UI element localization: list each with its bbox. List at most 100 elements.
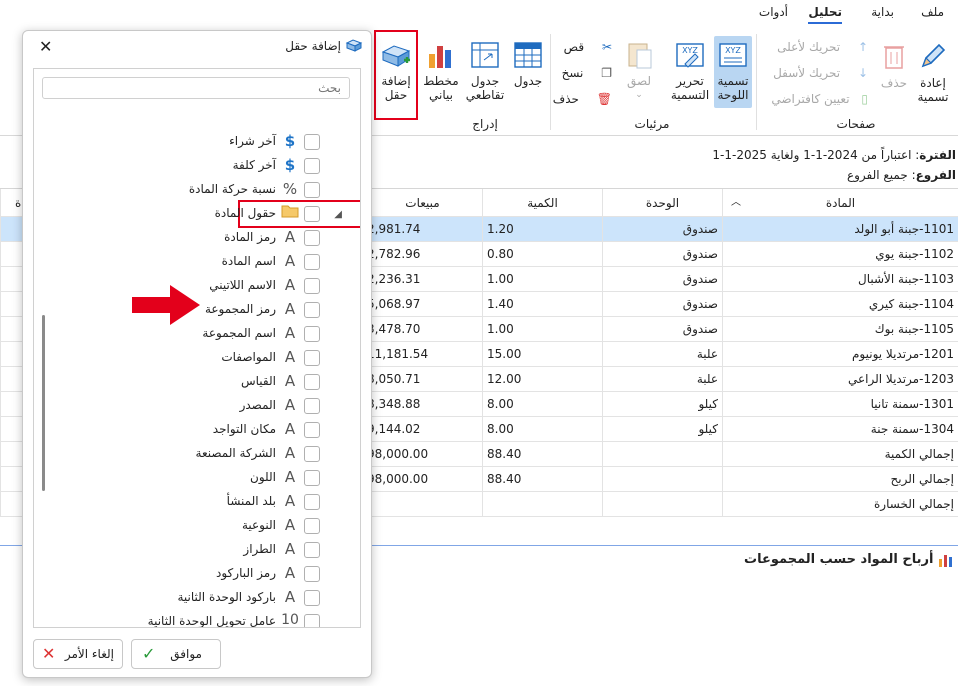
field-item[interactable]: $ آخر شراء <box>34 131 360 155</box>
menu-home[interactable]: بداية <box>871 5 894 19</box>
menu-analysis[interactable]: تحليل <box>808 5 842 24</box>
visuals-group-label: مرئيات <box>634 117 670 131</box>
field-checkbox[interactable] <box>304 278 320 294</box>
period-line: الفترة: اعتباراً من 2024-1-1 ولغاية 2025… <box>712 148 956 162</box>
rename-button[interactable]: إعادة تسمية <box>912 40 954 104</box>
cell-name: 1301-سمنة تانيا <box>722 392 958 417</box>
delete-visual-label: حذف <box>552 92 579 106</box>
field-checkbox[interactable] <box>304 182 320 198</box>
field-checkbox[interactable] <box>304 350 320 366</box>
scrollbar-thumb[interactable] <box>42 315 45 491</box>
field-checkbox[interactable] <box>304 158 320 174</box>
paste-button[interactable]: لصق ⌄ <box>620 40 658 102</box>
edit-label-button[interactable]: XYZ تحرير التسمية <box>668 40 712 102</box>
field-item[interactable]: A رمز المادة <box>34 227 360 251</box>
field-checkbox[interactable] <box>304 302 320 318</box>
field-checkbox[interactable] <box>304 518 320 534</box>
copy-icon: ❐ <box>601 66 612 80</box>
field-item[interactable]: A رمز الباركود <box>34 563 360 587</box>
field-label: عامل تحويل الوحدة الثانية <box>147 614 276 628</box>
cancel-button[interactable]: ✕ إلغاء الأمر <box>33 639 123 669</box>
field-checkbox[interactable] <box>304 134 320 150</box>
menu-tools[interactable]: أدوات <box>759 5 788 19</box>
delete-visual-button[interactable]: 🗑 حذف <box>553 92 612 106</box>
ok-button[interactable]: ✓ موافق <box>131 639 221 669</box>
field-item[interactable]: $ آخر كلفة <box>34 155 360 179</box>
field-checkbox[interactable] <box>304 422 320 438</box>
search-input[interactable] <box>42 77 350 99</box>
cell-sales: 98,000.00 <box>362 467 482 492</box>
cell-sales: 3,478.70 <box>362 317 482 342</box>
set-default-label: تعيين كافتراضي <box>771 92 850 106</box>
field-item[interactable]: 10 عامل تحويل الوحدة الثانية <box>34 611 360 628</box>
delete-page-button[interactable]: حذف <box>876 40 912 90</box>
svg-text:XYZ: XYZ <box>725 46 741 55</box>
field-item[interactable]: A باركود الوحدة الثانية <box>34 587 360 611</box>
pivot-table-button[interactable]: جدول تقاطعي <box>462 40 508 102</box>
field-checkbox[interactable] <box>304 326 320 342</box>
field-item[interactable]: A المصدر <box>34 395 360 419</box>
field-item[interactable]: A المواصفات <box>34 347 360 371</box>
move-up-label: تحريك لأعلى <box>777 40 841 54</box>
clipboard-icon <box>628 43 652 69</box>
paste-label: لصق <box>626 74 652 88</box>
menu-file[interactable]: ملف <box>921 5 944 19</box>
field-checkbox[interactable] <box>304 254 320 270</box>
header-name[interactable]: ︿ المادة <box>722 189 958 217</box>
cell-sales: 98,000.00 <box>362 442 482 467</box>
field-item[interactable]: A الشركة المصنعة <box>34 443 360 467</box>
chart-button[interactable]: مخطط بياني <box>420 40 462 102</box>
edit-label-1: تحرير <box>676 74 704 88</box>
move-down-label: تحريك لأسفل <box>773 66 841 80</box>
set-default-button[interactable]: ▯ تعيين كافتراضي <box>771 92 868 106</box>
cell-unit: صندوق <box>602 267 722 292</box>
move-up-button[interactable]: ↑ تحريك لأعلى <box>777 40 868 54</box>
move-down-button[interactable]: ↓ تحريك لأسفل <box>773 66 868 80</box>
field-checkbox[interactable] <box>304 398 320 414</box>
field-list: $ آخر شراء $ آخر كلفة% نسبة حركة المادة ◢حقول… <box>33 68 361 628</box>
field-item[interactable]: A بلد المنشأ <box>34 491 360 515</box>
chart-label-2: بياني <box>429 88 453 102</box>
cancel-x-icon: ✕ <box>42 644 56 663</box>
cut-button[interactable]: ✂ قص <box>564 40 612 54</box>
header-sales[interactable]: مبيعات <box>362 189 482 217</box>
field-checkbox[interactable] <box>304 542 320 558</box>
field-label: آخر كلفة <box>232 158 276 172</box>
bar-chart-small-icon <box>939 554 952 567</box>
trash-icon <box>884 46 904 69</box>
field-item[interactable]: A القياس <box>34 371 360 395</box>
close-icon[interactable]: ✕ <box>39 37 52 56</box>
table-button[interactable]: جدول <box>508 40 548 88</box>
cell-name: 1105-جبنة بوك <box>722 317 958 342</box>
header-qty[interactable]: الكمية <box>482 189 602 217</box>
board-label-button[interactable]: XYZ تسمية اللوحة <box>714 36 752 108</box>
field-checkbox[interactable] <box>304 446 320 462</box>
field-item[interactable]: ◢ حقول المادة <box>34 200 360 228</box>
field-checkbox[interactable] <box>304 494 320 510</box>
field-checkbox[interactable] <box>304 470 320 486</box>
field-checkbox[interactable] <box>304 230 320 246</box>
field-checkbox[interactable] <box>304 206 320 222</box>
field-item[interactable]: A مكان التواجد <box>34 419 360 443</box>
text-field-icon: A <box>284 588 296 606</box>
cell-name: 1104-جبنة كيري <box>722 292 958 317</box>
text-field-icon: A <box>284 468 296 486</box>
field-checkbox[interactable] <box>304 614 320 627</box>
pencil-icon <box>921 43 946 68</box>
text-field-icon: A <box>284 300 296 318</box>
field-label: نسبة حركة المادة <box>188 182 276 196</box>
field-checkbox[interactable] <box>304 566 320 582</box>
check-icon: ✓ <box>142 644 156 663</box>
field-item[interactable]: A الطراز <box>34 539 360 563</box>
cell-qty: 1.20 <box>482 217 602 242</box>
field-item[interactable]: A النوعية <box>34 515 360 539</box>
text-field-icon: A <box>284 444 296 462</box>
field-item[interactable]: A اللون <box>34 467 360 491</box>
cell-sales: 8,050.71 <box>362 367 482 392</box>
copy-button[interactable]: ❐ نسخ <box>562 66 612 80</box>
header-unit[interactable]: الوحدة <box>602 189 722 217</box>
board-label-2: اللوحة <box>717 88 749 102</box>
field-checkbox[interactable] <box>304 374 320 390</box>
field-item[interactable]: A اسم المادة <box>34 251 360 275</box>
field-checkbox[interactable] <box>304 590 320 606</box>
